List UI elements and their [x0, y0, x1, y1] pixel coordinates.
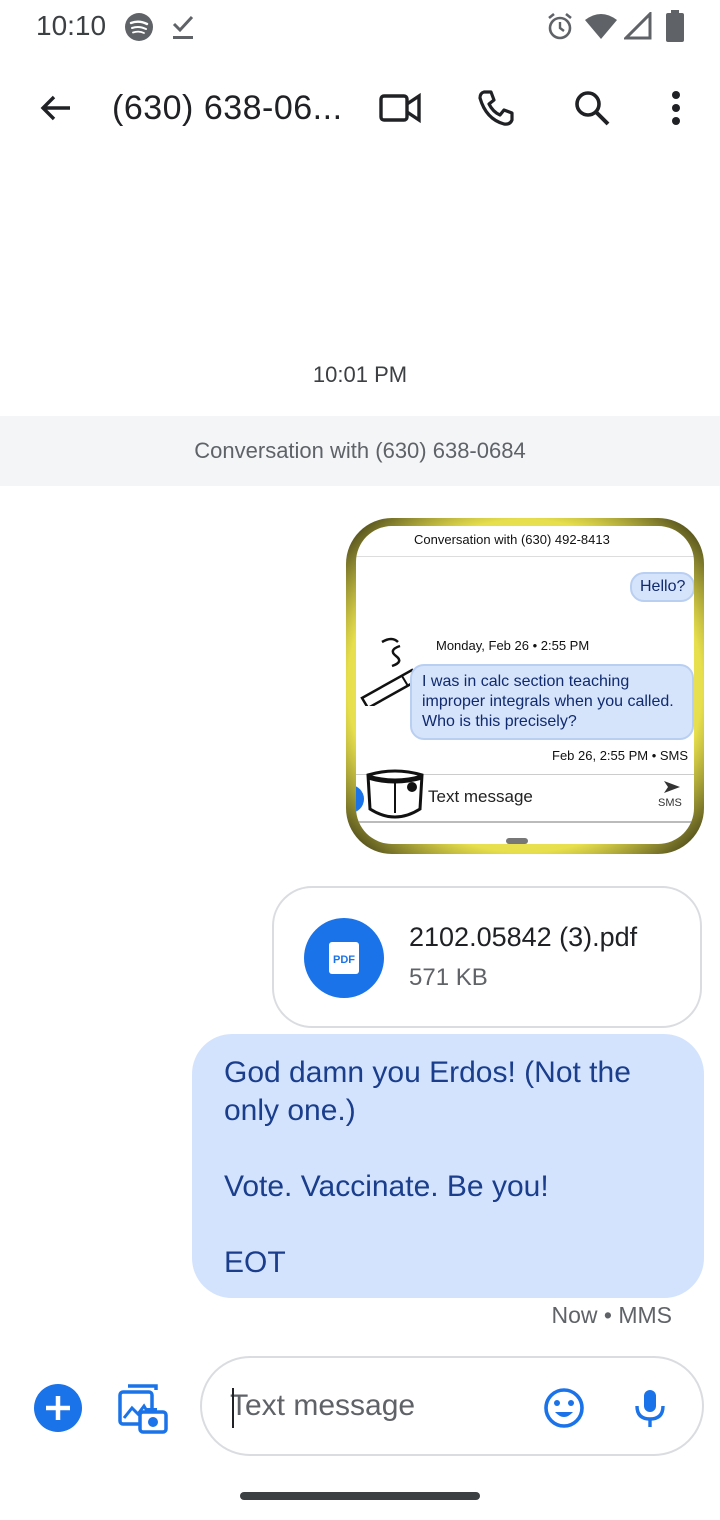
voice-input-button[interactable]	[628, 1386, 672, 1430]
gallery-camera-icon	[118, 1384, 168, 1434]
message-status: Now • MMS	[551, 1302, 672, 1328]
message-line-2: Vote. Vaccinate. Be you!	[224, 1170, 549, 1203]
embedded-date-line: Monday, Feb 26 • 2:55 PM	[436, 638, 590, 653]
pdf-file-icon: PDF	[304, 918, 384, 998]
image-message[interactable]: Conversation with (630) 492-8413 Hello? …	[346, 518, 704, 854]
search-icon	[575, 91, 610, 126]
emoji-button[interactable]	[542, 1386, 586, 1430]
embedded-bubble-meta: Feb 26, 2:55 PM • SMS	[552, 748, 689, 763]
wifi-icon	[585, 14, 617, 39]
message-input[interactable]	[230, 1384, 520, 1428]
embedded-compose-placeholder: Text message	[428, 787, 533, 806]
video-call-button[interactable]	[376, 84, 424, 132]
battery-icon	[666, 10, 684, 42]
more-vert-icon	[672, 91, 680, 125]
embedded-send-label: SMS	[658, 797, 682, 809]
embedded-divider	[356, 556, 694, 557]
conversation-banner-text: Conversation with (630) 638-0684	[194, 438, 526, 463]
gallery-camera-button[interactable]	[116, 1382, 168, 1434]
check-download-icon	[172, 15, 194, 39]
more-options-button[interactable]	[652, 84, 700, 132]
text-caret	[232, 1388, 234, 1428]
message-timestamp: 10:01 PM	[312, 362, 408, 387]
embedded-home-bar	[506, 838, 528, 844]
spotify-icon	[125, 13, 153, 41]
back-button[interactable]	[32, 84, 80, 132]
back-arrow-icon	[40, 95, 70, 121]
compose-field[interactable]	[200, 1356, 704, 1456]
message-line-1: God damn you Erdos! (Not the only one.)	[224, 1056, 631, 1127]
video-call-icon	[379, 92, 421, 124]
emoji-icon	[544, 1388, 584, 1428]
signal-icon	[624, 12, 652, 40]
pdf-attachment[interactable]: PDF 2102.05842 (3).pdf 571 KB	[272, 886, 702, 1028]
status-time: 10:10	[36, 10, 107, 41]
embedded-bubble-body: I was in calc section teaching improper …	[410, 664, 694, 740]
search-button[interactable]	[568, 84, 616, 132]
alarm-icon	[548, 12, 572, 40]
add-attachment-button[interactable]	[34, 1384, 82, 1432]
microphone-icon	[635, 1390, 665, 1427]
phone-call-button[interactable]	[472, 84, 520, 132]
conversation-title[interactable]: (630) 638-06...	[112, 84, 343, 132]
embedded-screenshot: Conversation with (630) 492-8413 Hello? …	[356, 526, 694, 844]
pdf-icon-label: PDF	[333, 954, 355, 966]
embedded-bubble-hello: Hello?	[630, 572, 694, 602]
plus-icon	[46, 1396, 70, 1420]
message-line-3: EOT	[224, 1246, 286, 1279]
attachment-file-name: 2102.05842 (3).pdf	[409, 922, 638, 952]
phone-icon	[478, 90, 514, 126]
send-icon	[664, 781, 680, 793]
outgoing-message-bubble[interactable]: God damn you Erdos! (Not the only one.) …	[192, 1034, 704, 1298]
embedded-conversation-header: Conversation with (630) 492-8413	[414, 532, 610, 547]
conversation-banner: Conversation with (630) 638-0684	[0, 416, 720, 486]
doodle-icon	[366, 769, 424, 819]
attachment-file-size: 571 KB	[409, 964, 488, 991]
embedded-compose-bar: Text message SMS	[356, 769, 694, 823]
home-indicator[interactable]	[240, 1492, 480, 1500]
